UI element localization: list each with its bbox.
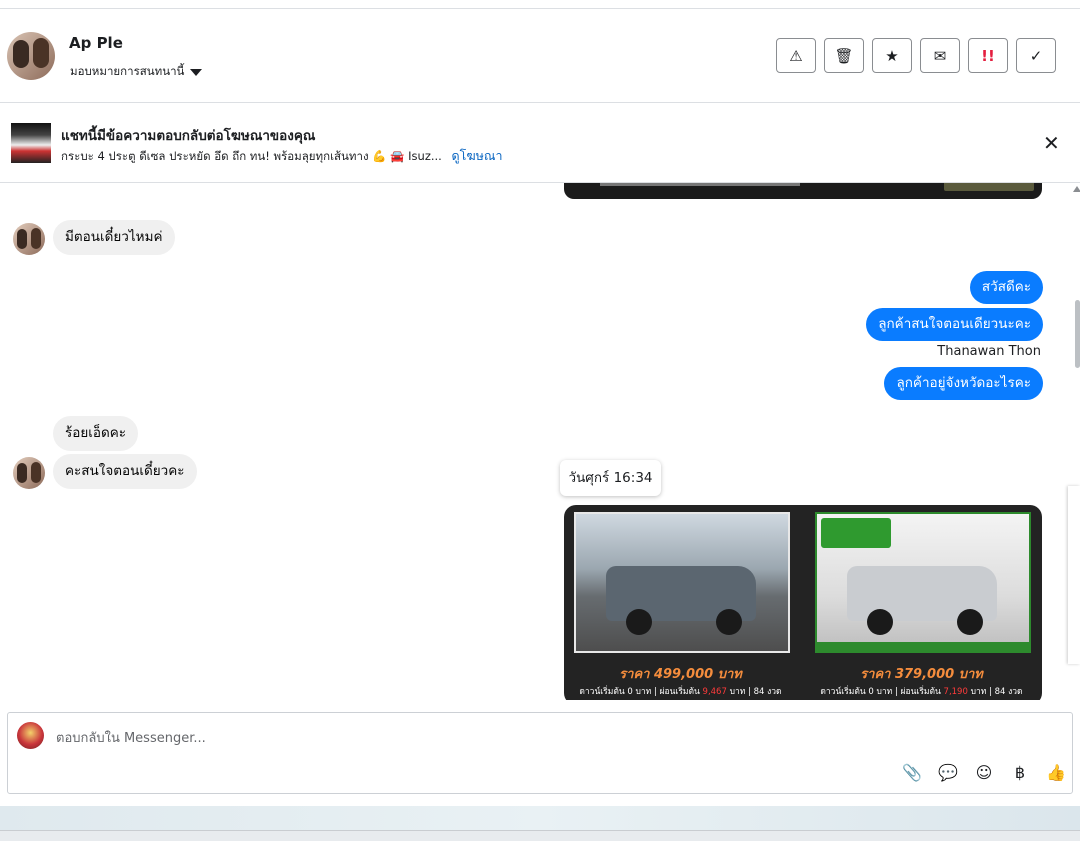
incoming-message[interactable]: มีตอนเดี๋ยวไหมค่ <box>53 220 175 255</box>
truck-wheel <box>957 609 983 635</box>
timestamp-tooltip: วันศุกร์ 16:34 <box>560 460 661 496</box>
scrollbar-thumb[interactable] <box>1075 300 1080 368</box>
mark-done-button[interactable]: ✓ <box>1016 38 1056 73</box>
dealer-logo <box>944 183 1034 191</box>
car-listing-image[interactable]: ราคา 499,000 บาท ดาวน์เริ่มต้น 0 บาท | ผ… <box>564 505 1042 700</box>
truck-wheel <box>716 609 742 635</box>
payment-icon[interactable]: ฿ <box>1009 761 1031 783</box>
saved-replies-icon[interactable]: 💬 <box>937 761 959 783</box>
incoming-message[interactable]: คะสนใจตอนเดี๋ยวคะ <box>53 454 197 489</box>
trash-icon: 🗑 <box>834 46 854 65</box>
incoming-message[interactable]: ร้อยเอ็ดคะ <box>53 416 139 451</box>
top-border <box>0 0 1080 9</box>
image-attachment-partial[interactable] <box>564 183 1042 199</box>
installment-prefix: ดาวน์เริ่มต้น 0 บาท | ผ่อนเริ่มต้น <box>579 687 700 697</box>
side-panel-edge <box>1068 486 1080 664</box>
sender-name: Thanawan Thon <box>937 344 1041 359</box>
car-price: ราคา 499,000 บาท <box>619 667 742 682</box>
composer-tools: 📎 💬 ☺ ฿ 👍 <box>901 761 1067 783</box>
attach-icon[interactable]: 📎 <box>901 761 923 783</box>
close-icon[interactable]: ✕ <box>1043 133 1060 153</box>
outgoing-message[interactable]: ลูกค้าสนใจตอนเดียวนะคะ <box>866 308 1043 341</box>
conversation-header: Ap Ple มอบหมายการสนทนานี้ ⚠ 🗑 ★ ✉ !! ✓ <box>0 9 1080 103</box>
outgoing-message[interactable]: สวัสดีคะ <box>969 271 1043 304</box>
monthly-payment: 7,190 <box>943 687 968 697</box>
installment-suffix: บาท | 84 งวด <box>970 687 1023 697</box>
follow-up-button[interactable]: !! <box>968 38 1008 73</box>
message-thread[interactable]: มีตอนเดี๋ยวไหมค่ สวัสดีคะ ลูกค้าสนใจตอนเ… <box>0 183 1080 700</box>
contact-avatar-small[interactable] <box>13 223 45 255</box>
bottom-bar <box>0 830 1080 841</box>
star-button[interactable]: ★ <box>872 38 912 73</box>
car-installment: ดาวน์เริ่มต้น 0 บาท | ผ่อนเริ่มต้น 7,190… <box>805 684 1038 698</box>
page-avatar <box>17 722 44 749</box>
delete-button[interactable]: 🗑 <box>824 38 864 73</box>
ad-description-text: กระบะ 4 ประตู ดีเซล ประหยัด อึด ถึก ทน! … <box>61 149 442 163</box>
monthly-payment: 9,467 <box>702 687 727 697</box>
mark-unread-button[interactable]: ✉ <box>920 38 960 73</box>
pickup-truck-photo <box>815 512 1031 653</box>
promo-badge <box>821 518 891 548</box>
assign-conversation-dropdown[interactable]: มอบหมายการสนทนานี้ <box>70 63 203 81</box>
contact-avatar[interactable] <box>7 32 55 80</box>
thumbs-up-icon[interactable]: 👍 <box>1045 761 1067 783</box>
ad-reply-banner: แชทนี้มีข้อความตอบกลับต่อโฆษณาของคุณ กระ… <box>0 103 1080 183</box>
ad-thumbnail <box>11 123 51 163</box>
page-background-strip <box>0 806 1080 830</box>
report-spam-button[interactable]: ⚠ <box>776 38 816 73</box>
follow-up-icon: !! <box>981 46 995 65</box>
image-caption-strip <box>600 183 800 186</box>
pickup-truck-photo <box>574 512 790 653</box>
truck-wheel <box>626 609 652 635</box>
ad-banner-title: แชทนี้มีข้อความตอบกลับต่อโฆษณาของคุณ <box>61 128 316 144</box>
header-actions: ⚠ 🗑 ★ ✉ !! ✓ <box>776 38 1056 73</box>
car-installment: ดาวน์เริ่มต้น 0 บาท | ผ่อนเริ่มต้น 9,467… <box>564 684 797 698</box>
mark-unread-icon: ✉ <box>933 46 947 65</box>
reply-composer[interactable]: ตอบกลับใน Messenger... 📎 💬 ☺ ฿ 👍 <box>7 712 1073 794</box>
contact-name[interactable]: Ap Ple <box>69 34 123 52</box>
car-price: ราคา 379,000 บาท <box>860 667 983 682</box>
star-icon: ★ <box>885 46 899 65</box>
message-input[interactable]: ตอบกลับใน Messenger... <box>56 727 206 748</box>
truck-wheel <box>867 609 893 635</box>
assign-label: มอบหมายการสนทนานี้ <box>70 64 185 78</box>
car-listing-left: ราคา 499,000 บาท ดาวน์เริ่มต้น 0 บาท | ผ… <box>564 505 797 700</box>
outgoing-message[interactable]: ลูกค้าอยู่จังหวัดอะไรคะ <box>884 367 1043 400</box>
car-listing-right: ราคา 379,000 บาท ดาวน์เริ่มต้น 0 บาท | ผ… <box>805 505 1038 700</box>
report-spam-icon: ⚠ <box>789 46 803 65</box>
installment-prefix: ดาวน์เริ่มต้น 0 บาท | ผ่อนเริ่มต้น <box>820 687 941 697</box>
installment-suffix: บาท | 84 งวด <box>729 687 782 697</box>
scroll-up-arrow-icon[interactable] <box>1073 186 1080 192</box>
view-ad-link[interactable]: ดูโฆษณา <box>452 148 503 163</box>
ad-banner-description: กระบะ 4 ประตู ดีเซล ประหยัด อึด ถึก ทน! … <box>61 146 502 166</box>
emoji-icon[interactable]: ☺ <box>973 761 995 783</box>
done-check-icon: ✓ <box>1029 46 1043 65</box>
caret-down-icon <box>190 68 203 76</box>
contact-avatar-small[interactable] <box>13 457 45 489</box>
dealer-band <box>817 642 1029 651</box>
